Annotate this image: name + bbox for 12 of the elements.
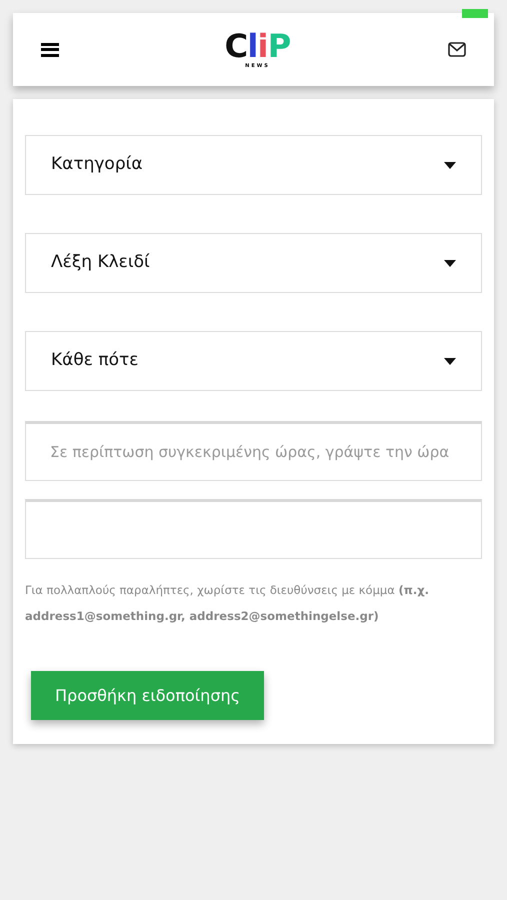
dropdown[interactable]: Λέξη Κλειδί — [25, 233, 482, 293]
caret-icon — [444, 358, 456, 364]
caret-icon — [444, 162, 456, 168]
menu-icon[interactable] — [41, 42, 59, 56]
dropdown[interactable]: Κατηγορία — [25, 135, 482, 195]
time-field[interactable]: Σε περίπτωση συγκεκριμένης ώρας, γράψτε την ώρα — [25, 421, 482, 481]
dropdown[interactable]: Κάθε πότε — [25, 331, 482, 391]
mail-icon[interactable] — [448, 42, 466, 57]
email-field[interactable] — [25, 499, 482, 559]
battery-icon — [462, 9, 488, 18]
hint-text: Για πολλαπλούς παραλήπτες, χωρίστε τις διευθύνσεις με κόμμα (π.χ. address1@something.gr, address2@somethingelse.gr) — [25, 582, 430, 625]
caret-icon — [444, 260, 456, 266]
